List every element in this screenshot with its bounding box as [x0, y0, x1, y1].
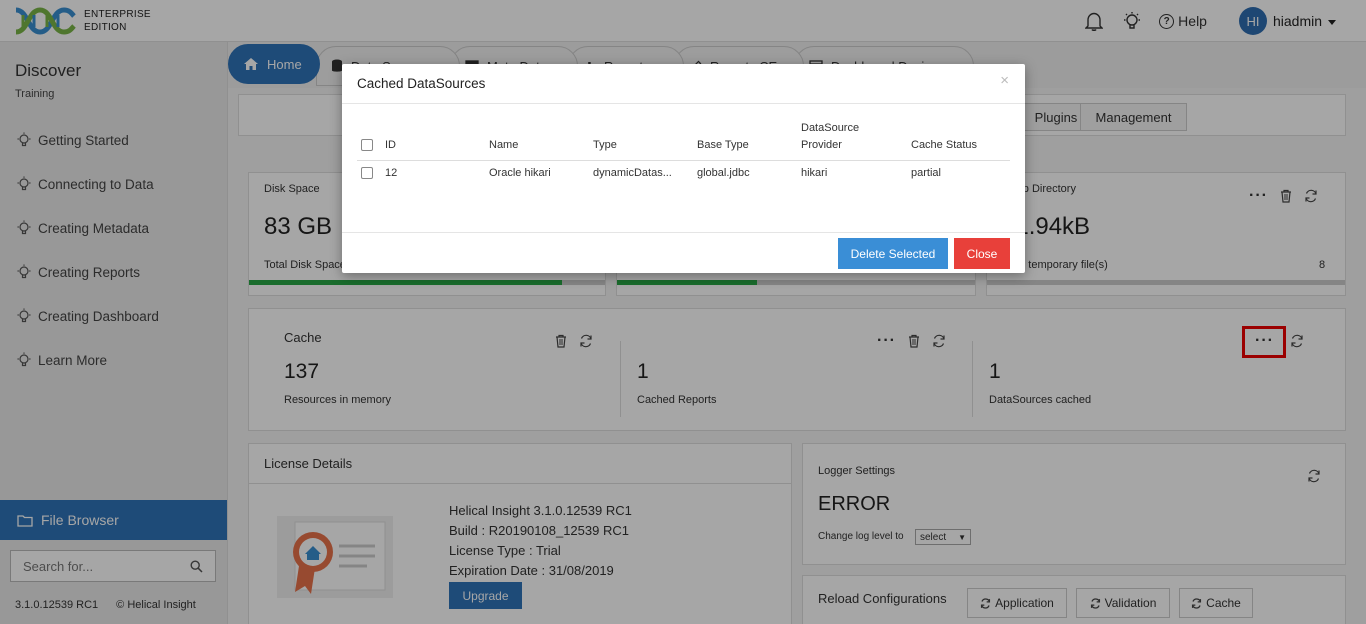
row-checkbox[interactable]	[361, 167, 373, 180]
cell-id: 12	[385, 167, 398, 180]
row-select-cell	[357, 161, 381, 186]
modal-body: ID Name Type Base Type DataSource Provid…	[357, 120, 1010, 185]
datasources-table: ID Name Type Base Type DataSource Provid…	[357, 120, 1010, 185]
cell-base-type: global.jdbc	[697, 167, 750, 180]
col-base-type: Base Type	[693, 120, 797, 161]
cell-provider: hikari	[801, 167, 828, 180]
col-provider-line-1: DataSource	[801, 122, 860, 134]
modal-footer: Delete Selected Close	[342, 232, 1025, 273]
cell-name: Oracle hikari	[489, 167, 551, 180]
modal-header: Cached DataSources ×	[342, 64, 1025, 104]
cell-type: dynamicDatas...	[593, 167, 672, 180]
col-provider: DataSource Provider	[797, 120, 907, 161]
col-id: ID	[381, 120, 485, 161]
col-name: Name	[485, 120, 589, 161]
close-icon[interactable]: ×	[1000, 72, 1009, 89]
table-row: 12 Oracle hikari dynamicDatas... global.…	[357, 161, 1010, 186]
col-cache-status: Cache Status	[907, 120, 1010, 161]
cached-datasources-modal: Cached DataSources × ID Name Type Base T…	[342, 64, 1025, 273]
select-all-cell	[357, 120, 381, 161]
modal-title: Cached DataSources	[357, 76, 486, 91]
select-all-checkbox[interactable]	[361, 139, 373, 152]
col-provider-line-2: Provider	[801, 139, 842, 151]
cell-cache-status: partial	[911, 167, 941, 180]
col-type: Type	[589, 120, 693, 161]
table-header-row: ID Name Type Base Type DataSource Provid…	[357, 120, 1010, 161]
close-button[interactable]: Close	[954, 238, 1010, 269]
delete-selected-button[interactable]: Delete Selected	[838, 238, 948, 269]
